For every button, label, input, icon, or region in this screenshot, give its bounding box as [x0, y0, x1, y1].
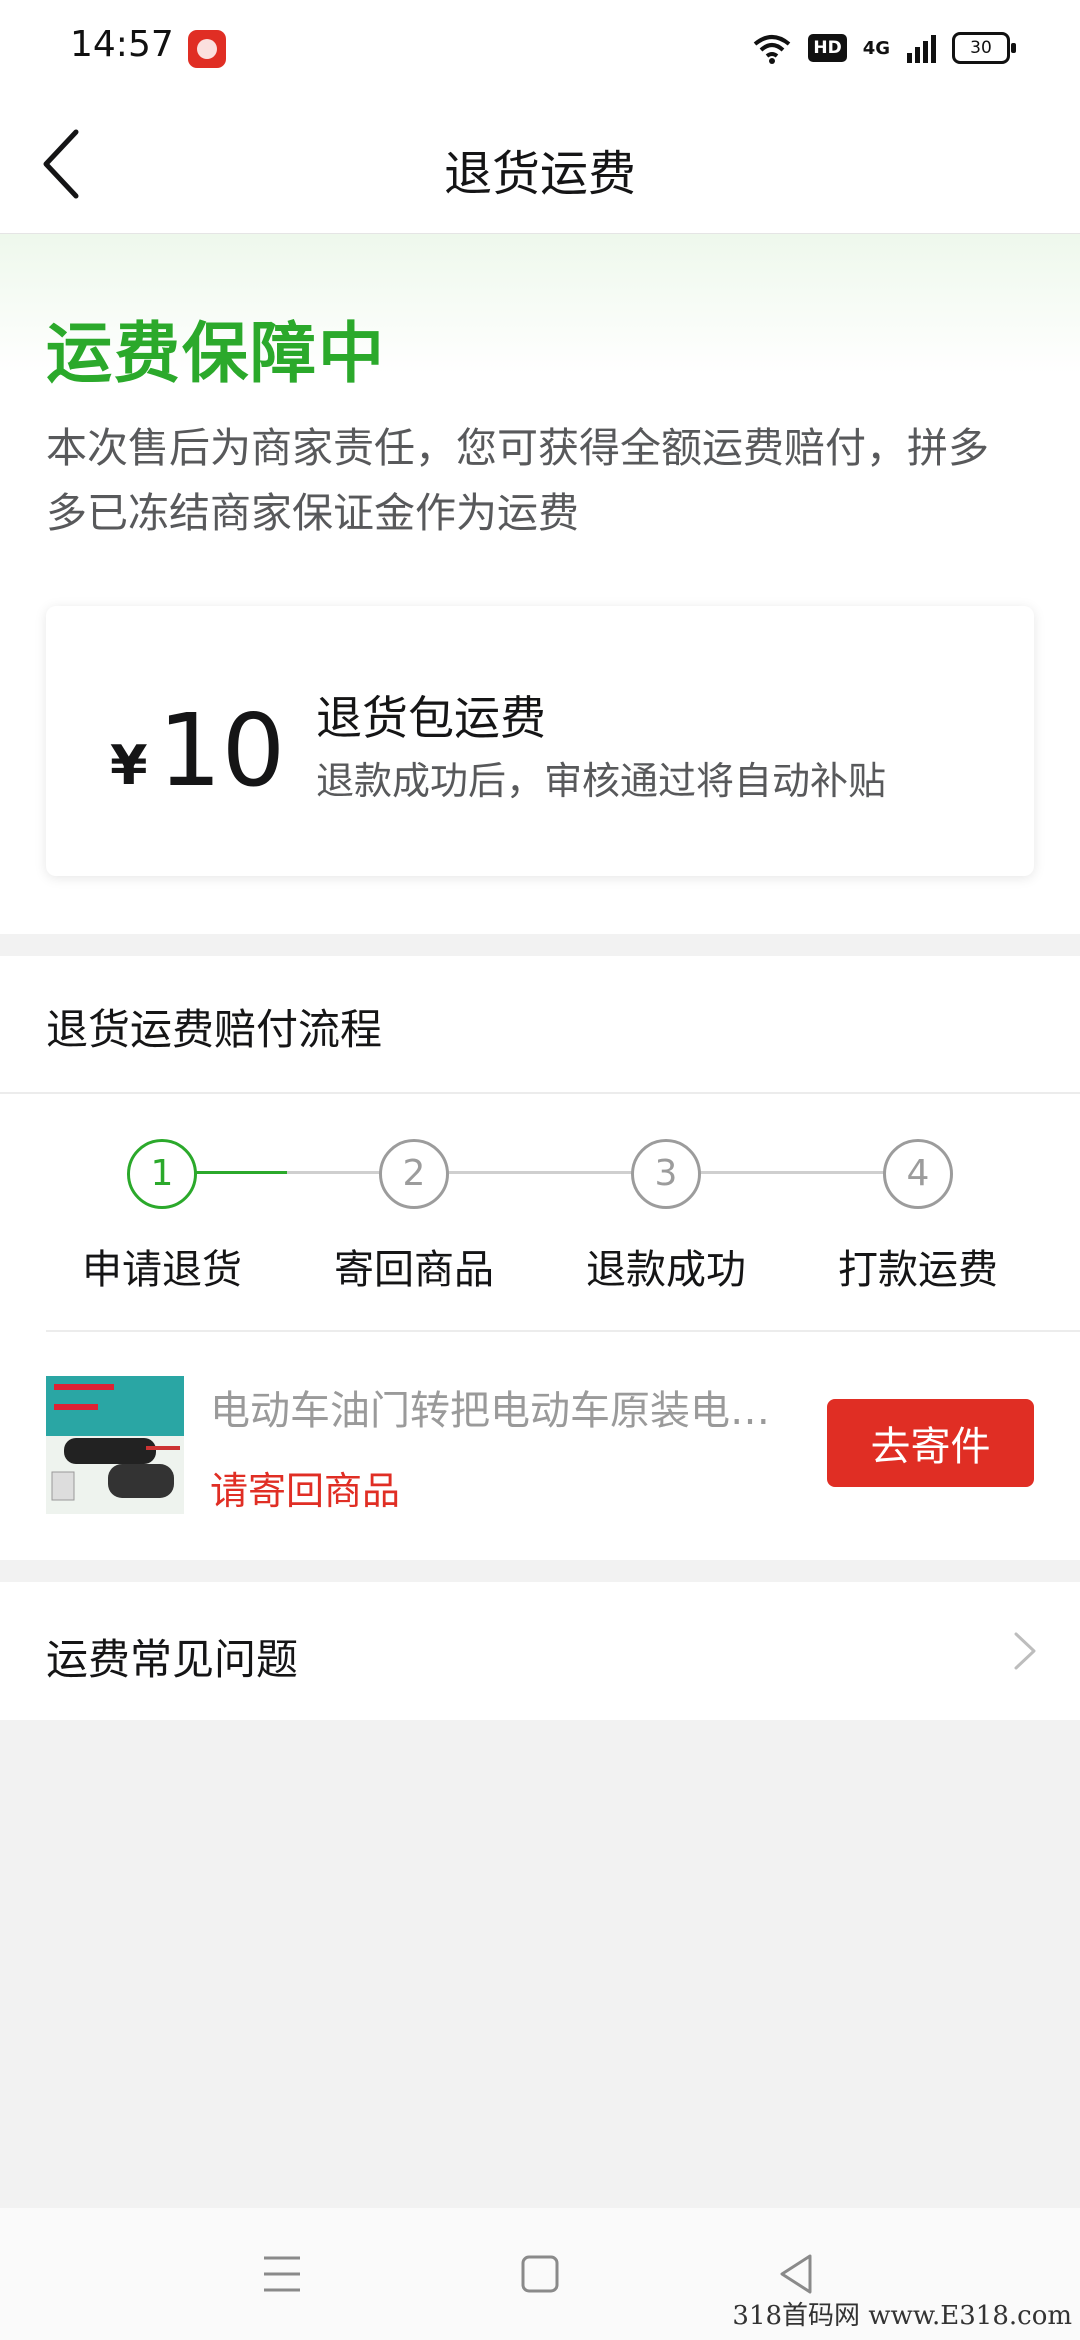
- step-1: 1 申请退货: [52, 1139, 272, 1295]
- guarantee-description: 本次售后为商家责任，您可获得全额运费赔付，拼多多已冻结商家保证金作为运费: [46, 424, 989, 537]
- chevron-right-icon: [1014, 1632, 1036, 1670]
- currency-symbol: ¥: [110, 734, 148, 797]
- step-label: 打款运费: [838, 1247, 998, 1293]
- status-time: 14:57: [70, 24, 174, 65]
- divider: [46, 1330, 1080, 1332]
- wifi-icon: [754, 35, 791, 64]
- step-number: 1: [127, 1139, 197, 1209]
- flow-heading: 退货运费赔付流程: [46, 1005, 383, 1054]
- step-number: 4: [883, 1139, 953, 1209]
- page-title: 退货运费: [443, 146, 636, 202]
- watermark: 318首码网 www.E318.com: [732, 2301, 1072, 2331]
- step-number: 3: [631, 1139, 701, 1209]
- step-label: 寄回商品: [334, 1247, 494, 1293]
- faq-label: 运费常见问题: [46, 1635, 299, 1684]
- product-name[interactable]: 电动车油门转把电动车原装电…: [210, 1378, 780, 1436]
- guarantee-section: 运费保障中 本次售后为商家责任，您可获得全额运费赔付，拼多多已冻结商家保证金作为…: [0, 234, 1080, 934]
- compensation-subtitle: 退款成功后，审核通过将自动补贴: [316, 759, 887, 803]
- faq-row[interactable]: 运费常见问题: [0, 1582, 1080, 1720]
- compensation-amount: 10: [158, 692, 286, 809]
- step-3: 3 退款成功: [556, 1139, 776, 1295]
- app-notification-icon: [188, 30, 226, 68]
- step-label: 申请退货: [82, 1247, 242, 1293]
- step-label: 退款成功: [586, 1247, 746, 1293]
- network-type: 4G: [862, 37, 890, 59]
- ship-item-button[interactable]: 去寄件: [827, 1399, 1034, 1487]
- compensation-title: 退货包运费: [316, 691, 546, 745]
- compensation-card: ¥ 10 退货包运费 退款成功后，审核通过将自动补贴: [46, 606, 1034, 876]
- step-number: 2: [379, 1139, 449, 1209]
- product-status: 请寄回商品: [210, 1469, 401, 1513]
- nav-bar: 退货运费: [0, 96, 1080, 235]
- step-4: 4 打款运费: [808, 1139, 1028, 1295]
- status-indicators: HD 4G 30: [752, 28, 1016, 68]
- status-bar: 14:57 HD 4G 30: [0, 0, 1080, 96]
- home-icon[interactable]: [520, 2252, 560, 2296]
- compensation-flow: 退货运费赔付流程 1 申请退货 2 寄回商品 3 退款成功 4 打款运费 电动车…: [0, 956, 1080, 1560]
- product-thumbnail[interactable]: [46, 1376, 184, 1514]
- back-icon[interactable]: [776, 2252, 816, 2296]
- step-2: 2 寄回商品: [304, 1139, 524, 1295]
- menu-icon[interactable]: [262, 2252, 302, 2296]
- battery-icon: 30: [952, 32, 1016, 64]
- divider: [0, 1092, 1080, 1094]
- hd-badge: HD: [808, 34, 847, 62]
- guarantee-title: 运费保障中: [46, 315, 386, 392]
- signal-icon: [907, 35, 936, 63]
